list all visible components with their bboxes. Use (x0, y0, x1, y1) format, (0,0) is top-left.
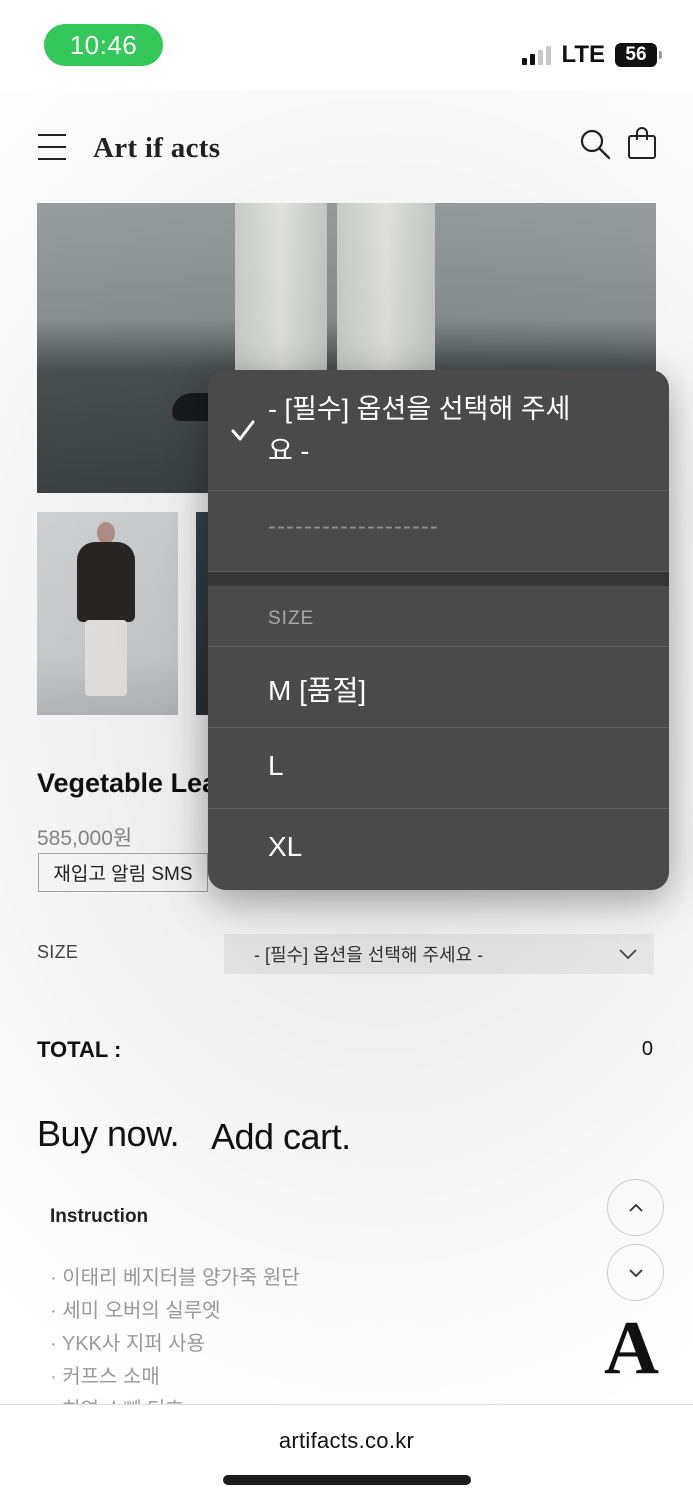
picker-group-label: SIZE (268, 608, 315, 629)
picker-option-m[interactable]: M [품절] (208, 647, 669, 728)
list-item: · 이태리 베지터블 양가죽 원단 (50, 1267, 300, 1289)
total-value: 0 (641, 1038, 653, 1060)
scroll-bottom-button[interactable] (607, 1244, 664, 1301)
instruction-list: · 이태리 베지터블 양가죽 원단 · 세미 오버의 실루엣 · YKK사 지퍼… (50, 1262, 300, 1427)
size-select[interactable]: - [필수] 옵션을 선택해 주세요 - (224, 934, 654, 974)
picker-option-divider: ------------------- (208, 491, 669, 572)
size-select-value: - [필수] 옵션을 선택해 주세요 - (254, 945, 484, 965)
chevron-down-icon (628, 1268, 643, 1277)
product-price: 585,000원 (37, 827, 133, 850)
picker-option-selected[interactable]: - [필수] 옵션을 선택해 주세요 - (208, 370, 669, 491)
chevron-down-icon (619, 949, 637, 960)
picker-option-label: - [필수] 옵션을 선택해 주세요 - (268, 394, 571, 466)
size-option-label: SIZE (37, 942, 79, 962)
picker-option-label: XL (268, 831, 303, 862)
shopping-bag-icon[interactable] (627, 126, 657, 160)
picker-group-header: SIZE (208, 586, 669, 647)
list-item: · 세미 오버의 실루엣 (50, 1300, 221, 1322)
scroll-top-button[interactable] (607, 1179, 664, 1236)
home-indicator (223, 1475, 471, 1485)
chevron-up-icon (628, 1203, 643, 1212)
status-time: 10:46 (44, 24, 163, 66)
picker-divider-label: ------------------- (268, 513, 439, 540)
search-icon[interactable] (579, 128, 611, 160)
picker-option-label: M [품절] (268, 675, 367, 706)
picker-option-xl[interactable]: XL (208, 809, 669, 890)
picker-option-label: L (268, 750, 284, 781)
picker-option-l[interactable]: L (208, 728, 669, 809)
instruction-title: Instruction (50, 1206, 149, 1227)
status-indicators: LTE 56 (522, 40, 662, 70)
total-label: TOTAL : (37, 1037, 122, 1062)
size-picker-popup: - [필수] 옵션을 선택해 주세요 - -------------------… (208, 370, 669, 890)
signal-icon (522, 45, 552, 65)
checkmark-icon (231, 420, 255, 441)
menu-icon[interactable] (38, 134, 66, 160)
buy-now-button[interactable]: Buy now. (37, 1113, 180, 1155)
add-cart-button[interactable]: Add cart. (211, 1116, 351, 1158)
network-label: LTE (561, 41, 605, 68)
browser-url[interactable]: artifacts.co.kr (0, 1428, 693, 1454)
brand-mark-logo[interactable]: A (604, 1310, 659, 1386)
product-thumbnail[interactable] (37, 512, 178, 715)
restock-sms-button[interactable]: 재입고 알림 SMS (38, 853, 208, 892)
battery-icon: 56 (615, 43, 662, 67)
product-name: Vegetable Lea (37, 768, 218, 798)
list-item: · 커프스 소매 (50, 1366, 160, 1388)
list-item: · YKK사 지퍼 사용 (50, 1333, 205, 1355)
picker-group-separator (208, 572, 669, 586)
brand-logo[interactable]: Art if acts (93, 132, 220, 165)
